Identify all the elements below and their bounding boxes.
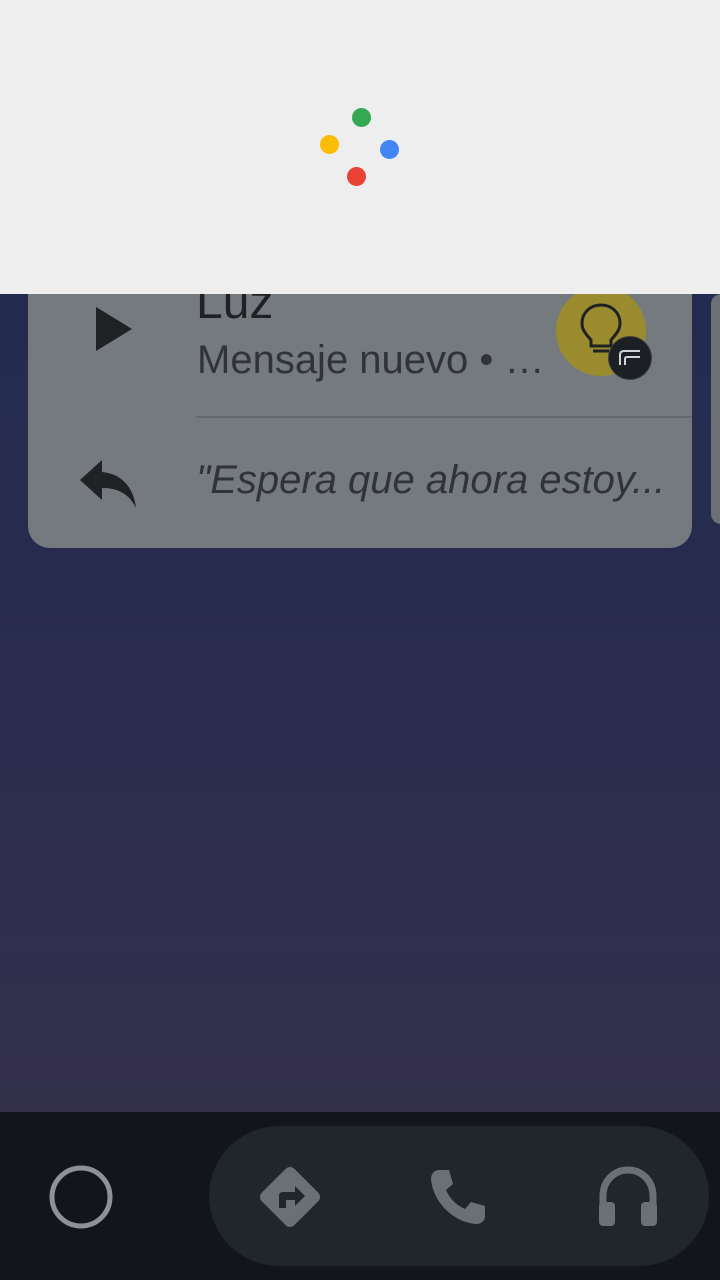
bottom-nav-bar [0, 1112, 720, 1280]
assistant-dot-red [347, 167, 366, 186]
play-icon[interactable] [94, 305, 134, 353]
message-subtitle: Mensaje nuevo • … [197, 338, 545, 382]
circle-home-icon[interactable] [48, 1164, 114, 1230]
reply-icon[interactable] [78, 458, 138, 510]
reply-preview-text[interactable]: "Espera que ahora estoy... [196, 458, 665, 503]
next-card-edge[interactable] [711, 294, 720, 524]
assistant-panel [0, 0, 720, 294]
navigation-icon[interactable] [255, 1162, 325, 1232]
assistant-dot-green [352, 108, 371, 127]
assistant-dot-yellow [320, 135, 339, 154]
app-launcher-pill [209, 1126, 709, 1266]
messaging-app-icon [608, 336, 652, 380]
assistant-dot-blue [380, 140, 399, 159]
phone-icon[interactable] [427, 1166, 489, 1228]
headphones-icon[interactable] [595, 1164, 661, 1230]
divider [196, 416, 692, 418]
